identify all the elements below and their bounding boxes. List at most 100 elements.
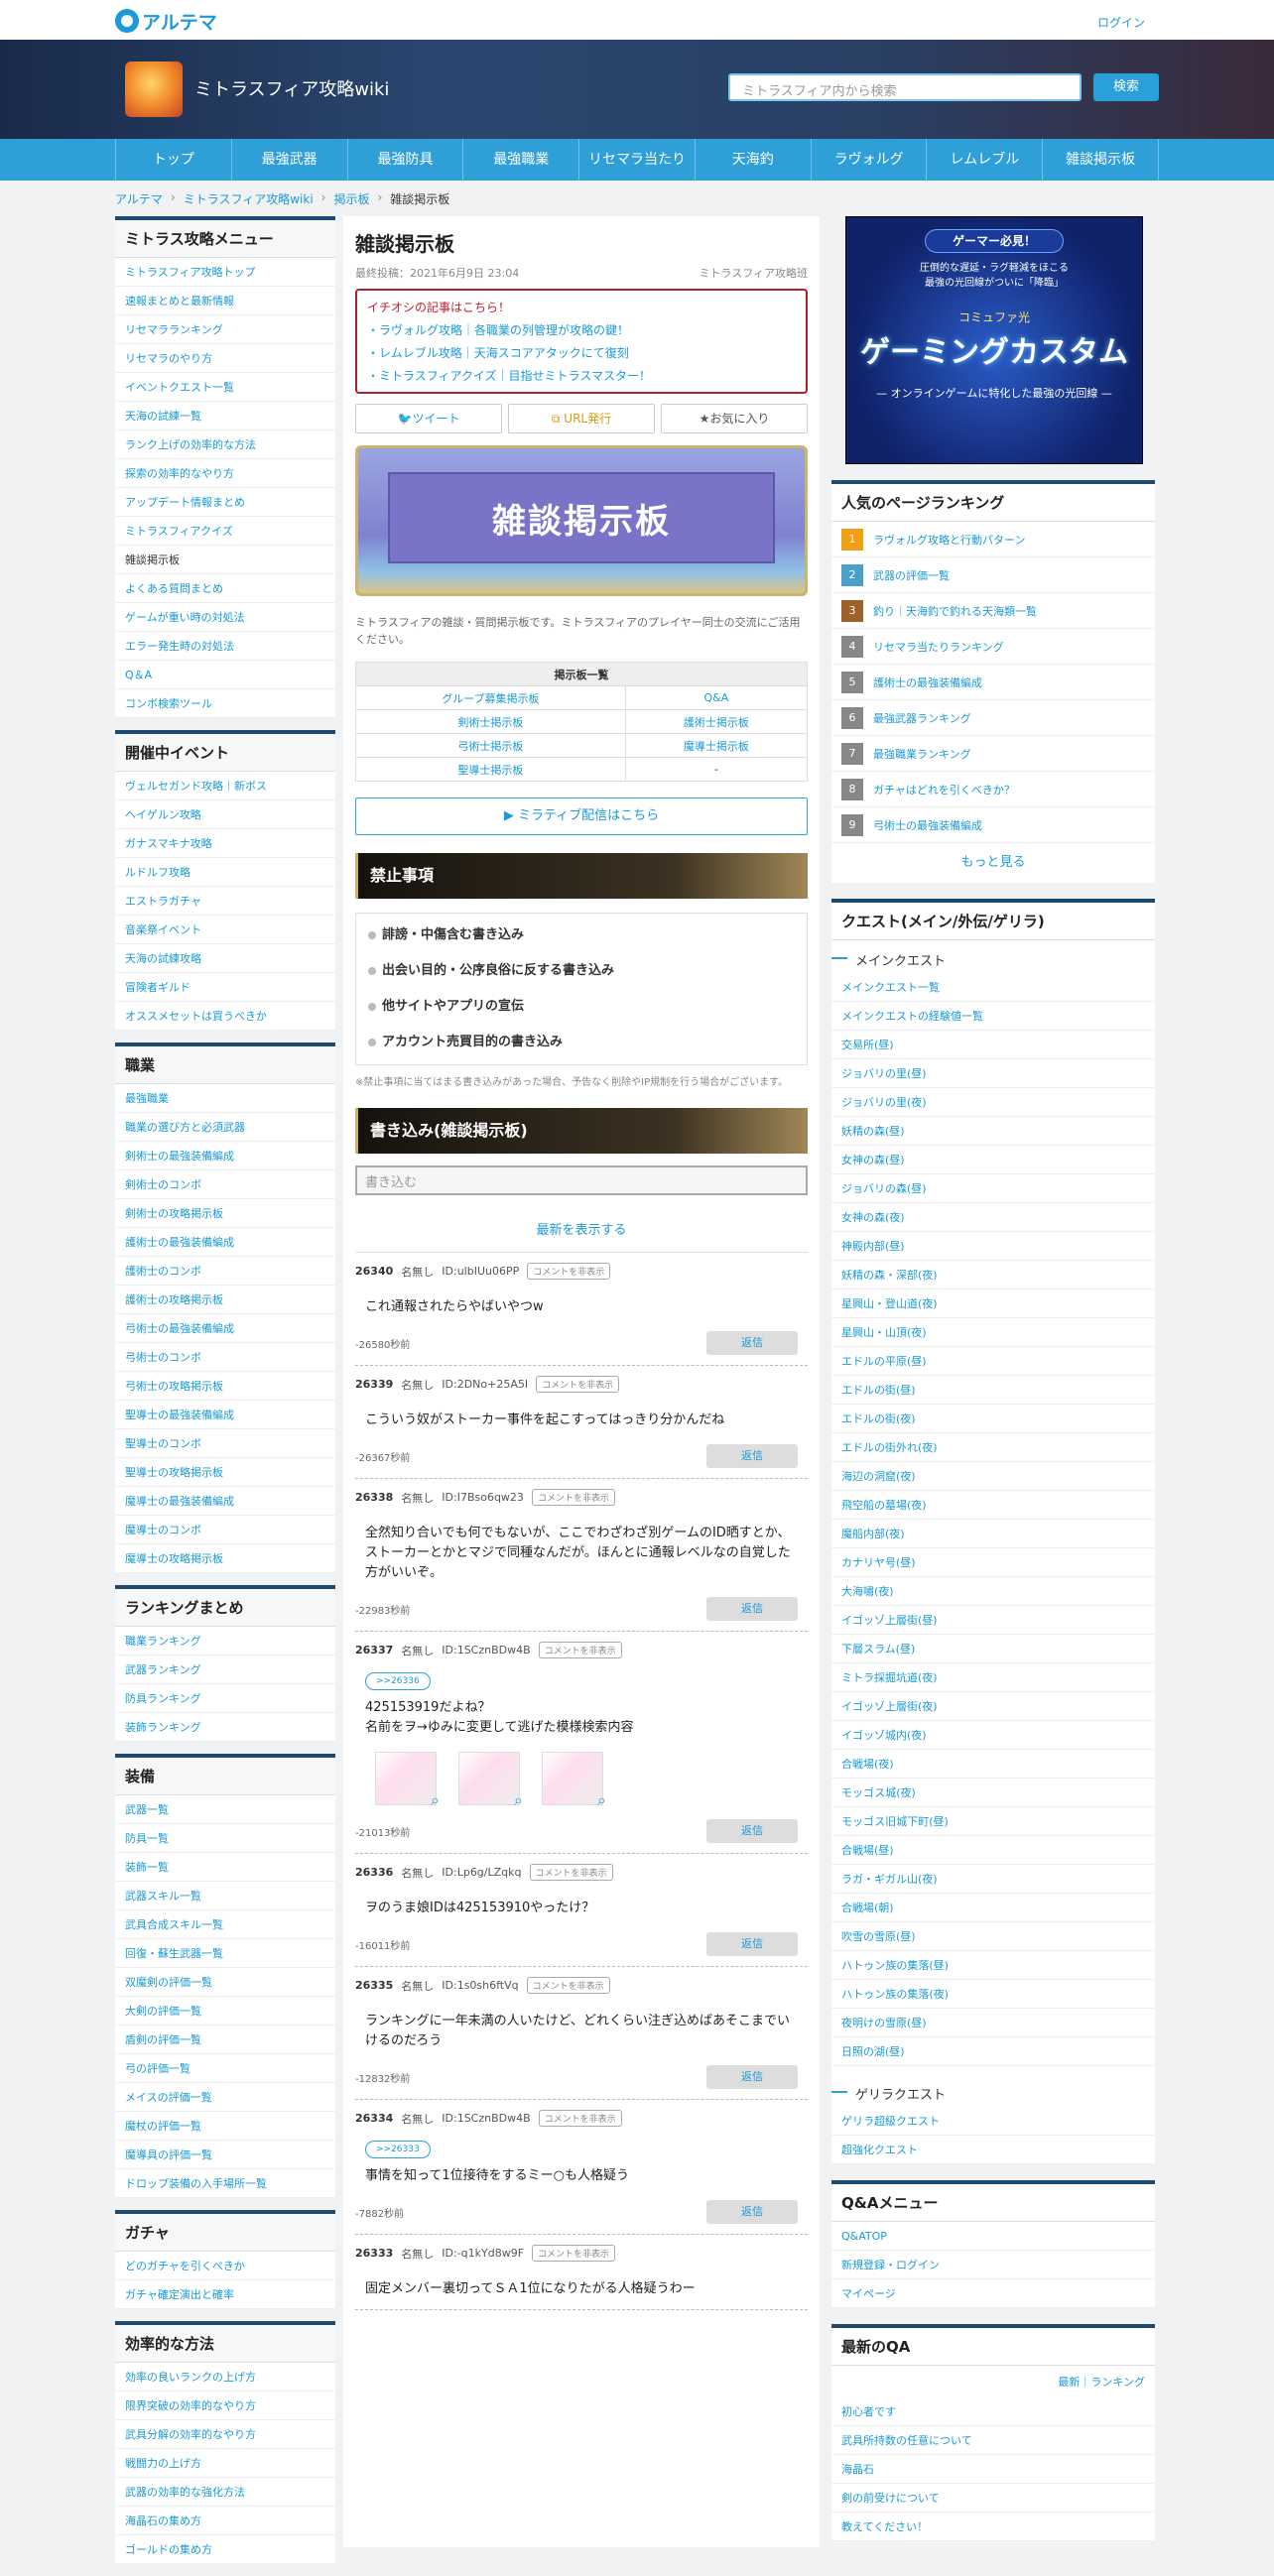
quest-link[interactable]: 妖精の森(昼) [831,1117,1155,1146]
reply-anchor[interactable]: >>26333 [365,2141,431,2158]
favorite-button[interactable]: ★お気に入り [661,404,808,433]
hide-comment-button[interactable]: コメントを非表示 [532,2245,616,2262]
reply-button[interactable]: 返信 [706,1331,798,1355]
latest-qa-link[interactable]: 初心者です [831,2397,1155,2426]
sidebar-link[interactable]: 弓の評価一覧 [115,2054,335,2083]
sidebar-link[interactable]: 聖導士の攻略掲示板 [115,1458,335,1487]
reply-button[interactable]: 返信 [706,1819,798,1843]
guerrilla-link[interactable]: 超強化クエスト [831,2136,1155,2164]
latest-qa-link[interactable]: 海晶石 [831,2455,1155,2484]
sidebar-link[interactable]: 最強職業 [115,1084,335,1113]
quest-link[interactable]: エドルの平原(昼) [831,1347,1155,1376]
board-link[interactable]: 剣術士掲示板 [355,709,626,734]
sidebar-link[interactable]: エラー発生時の対処法 [115,632,335,661]
sidebar-link[interactable]: 魔杖の評価一覧 [115,2112,335,2141]
sidebar-link[interactable]: ヴェルセガンド攻略｜新ボス [115,772,335,800]
quest-link[interactable]: ハトゥン族の集落(夜) [831,1980,1155,2009]
sidebar-link[interactable]: 速報まとめと最新情報 [115,287,335,315]
sidebar-link[interactable]: 剣術士の最強装備編成 [115,1142,335,1170]
quest-link[interactable]: 神殿内部(昼) [831,1232,1155,1261]
sidebar-link[interactable]: ヘイゲルン攻略 [115,800,335,829]
ranking-item[interactable]: 7 最強職業ランキング [831,736,1155,772]
ranking-item[interactable]: 9 弓術士の最強装備編成 [831,807,1155,843]
board-link[interactable]: 弓術士掲示板 [355,733,626,758]
quest-link[interactable]: モッゴス旧城下町(昼) [831,1807,1155,1836]
ranking-item[interactable]: 4 リセマラ当たりランキング [831,629,1155,665]
sidebar-link[interactable]: 大剣の評価一覧 [115,1997,335,2025]
sidebar-link[interactable]: 音楽祭イベント [115,916,335,944]
quest-link[interactable]: 合戦場(夜) [831,1750,1155,1779]
board-link[interactable]: 護術士掲示板 [624,709,809,734]
hide-comment-button[interactable]: コメントを非表示 [527,1263,611,1280]
sidebar-link[interactable]: 剣術士のコンボ [115,1170,335,1199]
sidebar-link[interactable]: 天海の試練攻略 [115,944,335,973]
sidebar-link[interactable]: 護術士の攻略掲示板 [115,1286,335,1314]
post-image-thumbnail[interactable] [542,1752,606,1810]
sidebar-link[interactable]: 魔導士の最強装備編成 [115,1487,335,1516]
reply-button[interactable]: 返信 [706,1932,798,1956]
qa-menu-link[interactable]: Q&ATOP [831,2222,1155,2251]
quest-link[interactable]: イゴッゾ上層街(昼) [831,1606,1155,1635]
sidebar-link[interactable]: ゴールドの集め方 [115,2535,335,2564]
guerrilla-link[interactable]: ゲリラ超級クエスト [831,2107,1155,2136]
hide-comment-button[interactable]: コメントを非表示 [529,1864,613,1881]
sidebar-link[interactable]: 弓術士の最強装備編成 [115,1314,335,1343]
quest-link[interactable]: 交易所(昼) [831,1031,1155,1059]
quest-link[interactable]: ジョバリの里(昼) [831,1059,1155,1088]
nav-item[interactable]: レムレブル [927,139,1044,181]
post-image-thumbnail[interactable] [458,1752,523,1810]
sidebar-link[interactable]: 武具分解の効率的なやり方 [115,2420,335,2449]
post-image-thumbnail[interactable] [375,1752,440,1810]
qa-menu-link[interactable]: マイページ [831,2279,1155,2308]
sidebar-link[interactable]: ドロップ装備の入手場所一覧 [115,2169,335,2198]
breadcrumb-link[interactable]: ミトラスフィア攻略wiki [184,190,314,207]
reply-button[interactable]: 返信 [706,2065,798,2089]
quest-link[interactable]: エドルの街(夜) [831,1405,1155,1433]
ranking-item[interactable]: 8 ガチャはどれを引くべきか？ [831,772,1155,807]
quest-link[interactable]: 吹雪の雪原(昼) [831,1922,1155,1951]
quest-link[interactable]: メインクエスト一覧 [831,973,1155,1002]
sidebar-link[interactable]: ミトラスフィア攻略トップ [115,258,335,287]
reply-anchor[interactable]: >>26336 [365,1672,431,1690]
sidebar-link[interactable]: 魔導士の攻略掲示板 [115,1544,335,1573]
ranking-item[interactable]: 2 武器の評価一覧 [831,557,1155,593]
sidebar-link[interactable]: よくある質問まとめ [115,574,335,603]
sidebar-link[interactable]: 職業の選び方と必須武器 [115,1113,335,1142]
ranking-item[interactable]: 3 釣り｜天海釣で釣れる天海類一覧 [831,593,1155,629]
sidebar-link[interactable]: 天海の試練一覧 [115,402,335,430]
hide-comment-button[interactable]: コメントを非表示 [526,1977,610,1994]
ranking-item[interactable]: 1 ラヴォルグ攻略と行動パターン [831,522,1155,557]
sidebar-link[interactable]: 武器一覧 [115,1795,335,1824]
sidebar-link[interactable]: どのガチャを引くべきか [115,2252,335,2280]
sidebar-link[interactable]: 防具ランキング [115,1684,335,1713]
nav-item[interactable]: 雑談掲示板 [1043,139,1160,181]
board-link[interactable]: グループ募集掲示板 [355,685,626,710]
tweet-button[interactable]: 🐦ツイート [355,404,502,433]
board-link[interactable]: 魔導士掲示板 [624,733,809,758]
quest-link[interactable]: エドルの街(昼) [831,1376,1155,1405]
sidebar-link[interactable]: 聖導士のコンボ [115,1429,335,1458]
quest-link[interactable]: 大海嘯(夜) [831,1577,1155,1606]
quest-link[interactable]: 下層スラム(昼) [831,1635,1155,1663]
latest-qa-tabs[interactable]: 最新｜ランキング [831,2366,1155,2397]
sidebar-link[interactable]: 効率の良いランクの上げ方 [115,2363,335,2392]
sidebar-link[interactable]: 装飾一覧 [115,1853,335,1882]
sidebar-link[interactable]: ミトラスフィアクイズ [115,517,335,546]
quest-link[interactable]: イゴッゾ城内(夜) [831,1721,1155,1750]
game-icon[interactable] [125,61,183,117]
sidebar-link[interactable]: 回復・蘇生武器一覧 [115,1939,335,1968]
sidebar-link[interactable]: ガチャ確定演出と確率 [115,2280,335,2309]
sidebar-link[interactable]: 武器ランキング [115,1656,335,1684]
quest-link[interactable]: 魔船内部(夜) [831,1520,1155,1548]
sidebar-link[interactable]: 限界突破の効率的なやり方 [115,2392,335,2420]
quest-link[interactable]: 夜明けの雪原(昼) [831,2009,1155,2037]
sidebar-link[interactable]: ゲームが重い時の対処法 [115,603,335,632]
reply-button[interactable]: 返信 [706,2200,798,2224]
sidebar-link[interactable]: 冒険者ギルド [115,973,335,1002]
sidebar-link[interactable]: エストラガチャ [115,887,335,916]
latest-qa-link[interactable]: 教えてください！ [831,2513,1155,2541]
write-input[interactable]: 書き込む [355,1165,808,1195]
quest-link[interactable]: メインクエストの経験値一覧 [831,1002,1155,1031]
sidebar-link[interactable]: 防具一覧 [115,1824,335,1853]
hide-comment-button[interactable]: コメントを非表示 [536,1376,620,1393]
